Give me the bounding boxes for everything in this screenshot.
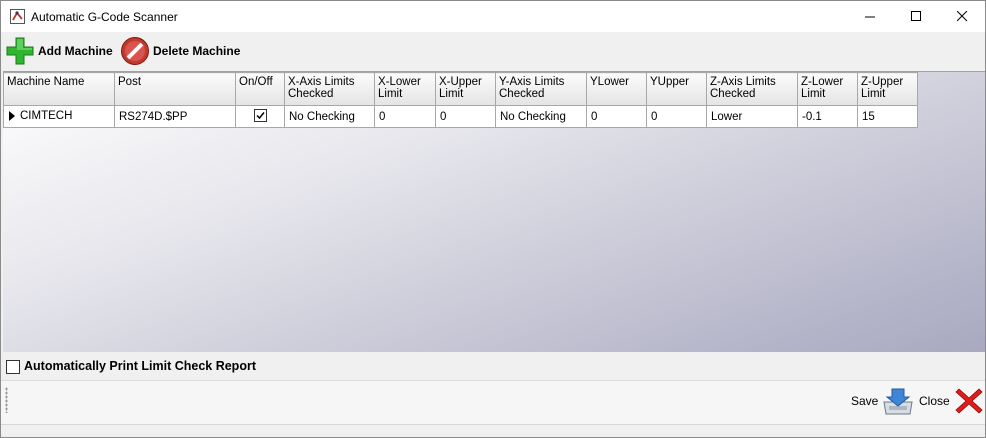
header-row: Machine Name Post On/Off X-Axis Limits C…	[3, 72, 918, 106]
z-upper-cell[interactable]: 15	[857, 105, 918, 128]
machine-grid: Machine Name Post On/Off X-Axis Limits C…	[3, 71, 985, 352]
column-header[interactable]: Machine Name	[3, 72, 115, 106]
machine-table: Machine Name Post On/Off X-Axis Limits C…	[3, 72, 918, 128]
column-header[interactable]: X-Axis Limits Checked	[284, 72, 375, 106]
x-lower-cell[interactable]: 0	[374, 105, 436, 128]
x-upper-cell[interactable]: 0	[435, 105, 496, 128]
close-x-icon	[955, 388, 983, 414]
column-header[interactable]: Post	[114, 72, 236, 106]
column-header[interactable]: Z-Axis Limits Checked	[706, 72, 798, 106]
auto-print-checkbox[interactable]	[6, 360, 20, 374]
column-header[interactable]: Z-Lower Limit	[797, 72, 858, 106]
app-icon	[10, 9, 25, 24]
save-button[interactable]: Save	[851, 385, 914, 417]
delete-machine-label: Delete Machine	[153, 44, 241, 58]
toolbar-grip[interactable]	[5, 387, 8, 413]
delete-icon	[121, 37, 149, 65]
add-machine-label: Add Machine	[38, 44, 113, 58]
y-lower-cell[interactable]: 0	[586, 105, 647, 128]
maximize-button[interactable]	[894, 1, 939, 32]
plus-icon	[6, 37, 34, 65]
title-bar: Automatic G-Code Scanner	[1, 1, 985, 32]
on-off-cell[interactable]	[235, 105, 285, 128]
close-window-button[interactable]	[940, 1, 985, 32]
save-label: Save	[851, 394, 879, 408]
z-lower-cell[interactable]: -0.1	[797, 105, 858, 128]
machine-name-text: CIMTECH	[20, 110, 73, 123]
column-header[interactable]: Z-Upper Limit	[857, 72, 918, 106]
toolbar: Add Machine Delete Machine	[1, 32, 985, 70]
close-button[interactable]: Close	[919, 385, 984, 417]
add-machine-button[interactable]: Add Machine	[5, 35, 113, 67]
table-row[interactable]: CIMTECH RS274D.$PP No Checking 0 0 No Ch…	[3, 105, 918, 128]
window-title: Automatic G-Code Scanner	[31, 10, 178, 24]
auto-print-label[interactable]: Automatically Print Limit Check Report	[24, 359, 256, 373]
column-header[interactable]: YLower	[586, 72, 647, 106]
x-checked-cell[interactable]: No Checking	[284, 105, 375, 128]
app-window: Automatic G-Code Scanner Add Machine Del…	[0, 0, 986, 438]
close-label: Close	[919, 394, 950, 408]
column-header[interactable]: X-Lower Limit	[374, 72, 436, 106]
column-header[interactable]: X-Upper Limit	[435, 72, 496, 106]
column-header[interactable]: YUpper	[646, 72, 707, 106]
close-icon	[957, 11, 968, 22]
row-pointer-icon	[9, 111, 15, 122]
delete-machine-button[interactable]: Delete Machine	[120, 35, 240, 67]
minimize-button[interactable]	[848, 1, 893, 32]
y-checked-cell[interactable]: No Checking	[495, 105, 587, 128]
checkmark-icon	[255, 111, 265, 119]
on-off-checkbox[interactable]	[253, 108, 267, 122]
machine-name-cell[interactable]: CIMTECH	[3, 105, 115, 128]
z-checked-cell[interactable]: Lower	[706, 105, 798, 128]
footer-toolbar: Save Close	[1, 380, 985, 425]
column-header[interactable]: On/Off	[235, 72, 285, 106]
post-cell[interactable]: RS274D.$PP	[114, 105, 236, 128]
status-strip	[1, 424, 985, 437]
column-header[interactable]: Y-Axis Limits Checked	[495, 72, 587, 106]
save-icon	[883, 388, 913, 415]
options-bar: Automatically Print Limit Check Report	[1, 352, 985, 380]
minimize-icon	[865, 16, 875, 18]
y-upper-cell[interactable]: 0	[646, 105, 707, 128]
maximize-icon	[911, 11, 921, 21]
